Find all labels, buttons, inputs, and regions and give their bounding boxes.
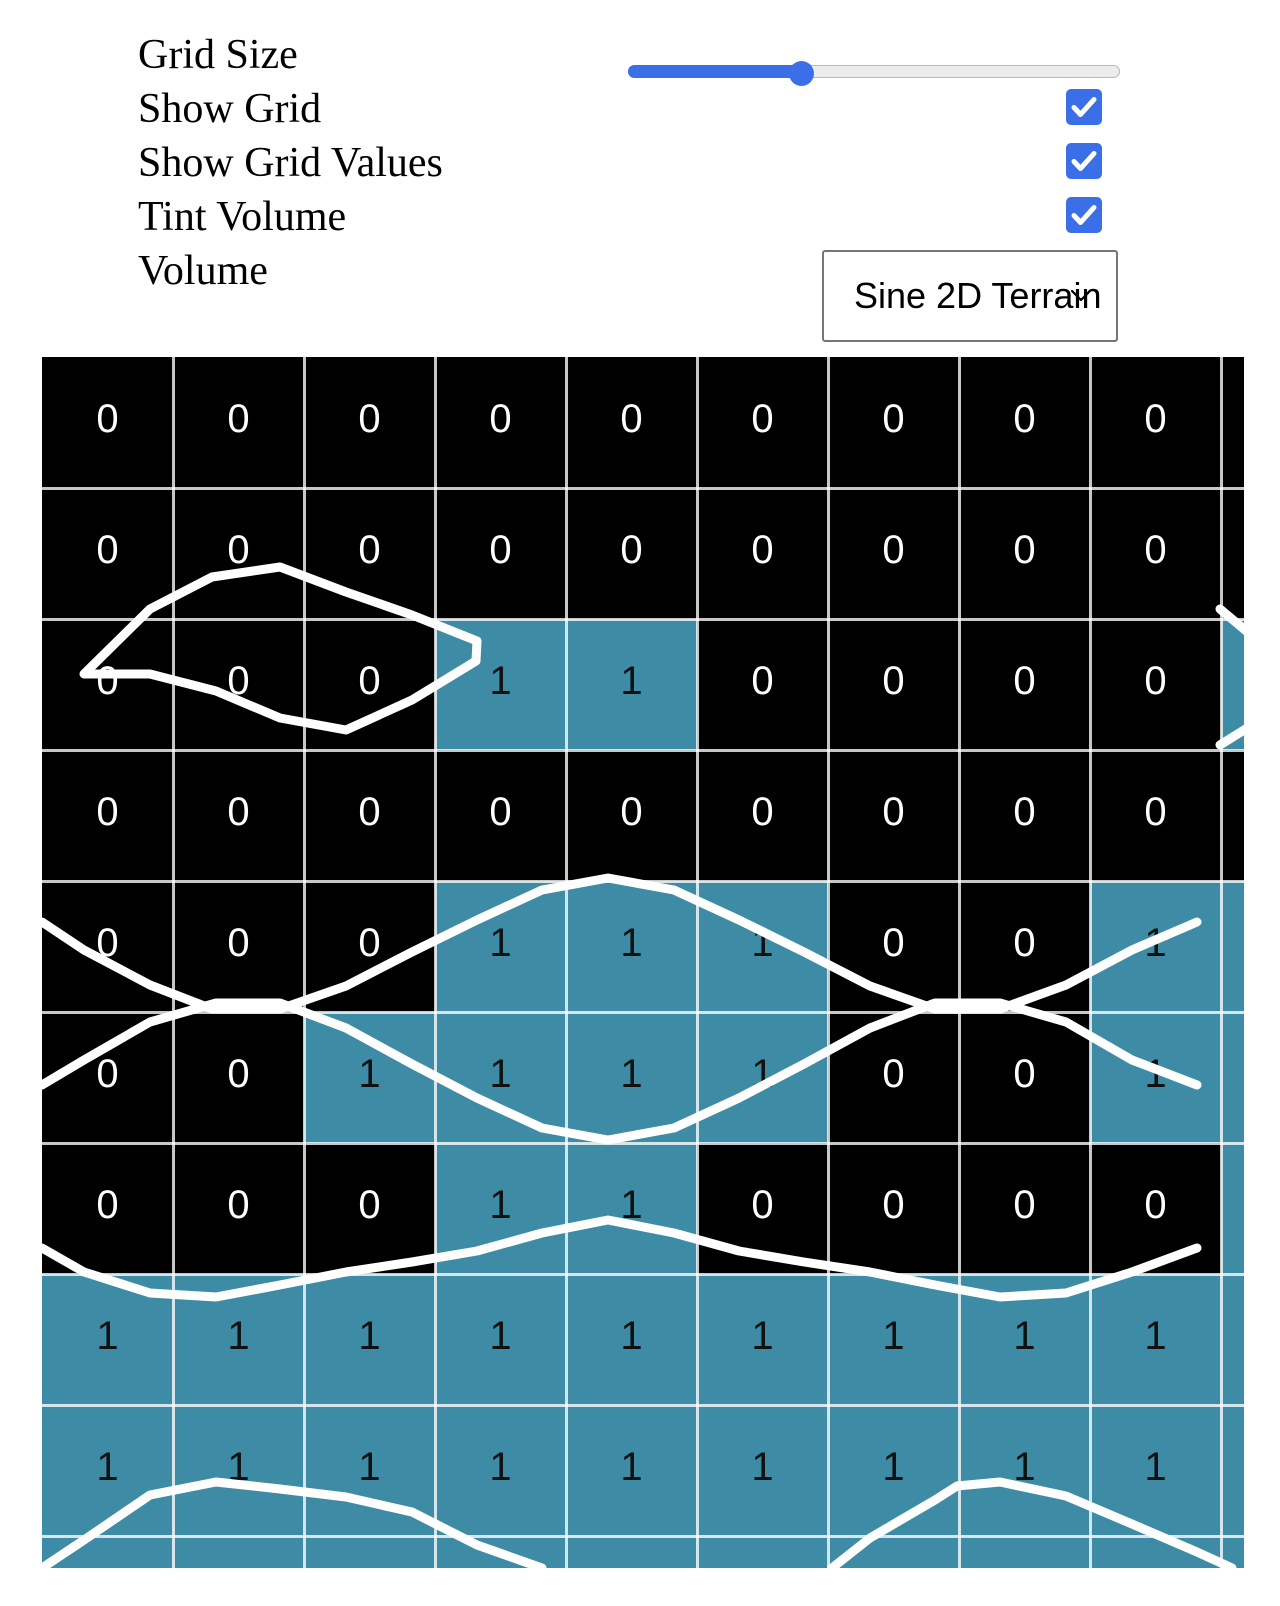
iso-contour-path: [79, 562, 482, 735]
volume-select[interactable]: Sine 2D Terrain: [822, 250, 1118, 342]
control-row-tint-volume: Tint Volume: [0, 190, 1280, 244]
iso-contour-svg: [42, 562, 1244, 1568]
volume-select-value: Sine 2D Terrain: [854, 275, 1102, 316]
check-icon: [1071, 205, 1097, 225]
check-icon: [1071, 97, 1097, 117]
slider-fill: [628, 65, 801, 78]
tint-volume-checkbox[interactable]: [1066, 197, 1102, 233]
grid-size-slider[interactable]: [628, 61, 1120, 86]
marching-squares-canvas[interactable]: 0000000000000000000000011000010000000000…: [42, 357, 1244, 1568]
iso-contour-layer: [42, 357, 1244, 1568]
tint-volume-label: Tint Volume: [138, 194, 347, 240]
iso-contour-path: [42, 998, 1202, 1145]
volume-label: Volume: [138, 248, 268, 294]
iso-contour-path: [42, 1477, 547, 1568]
iso-contour-path: [827, 1477, 1237, 1568]
control-row-show-grid: Show Grid: [0, 82, 1280, 136]
grid-size-label: Grid Size: [138, 32, 298, 78]
control-row-grid-size: Grid Size: [0, 28, 1280, 86]
iso-contour-path: [42, 1215, 1202, 1302]
show-grid-values-checkbox[interactable]: [1066, 143, 1102, 179]
iso-contour-path: [1215, 604, 1244, 750]
iso-contour-path: [42, 873, 1202, 1014]
show-grid-checkbox[interactable]: [1066, 89, 1102, 125]
check-icon: [1071, 151, 1097, 171]
chevron-down-icon: [1070, 289, 1092, 302]
controls-panel: Grid Size Show Grid Show Grid Values Tin…: [0, 0, 1280, 350]
control-row-show-grid-values: Show Grid Values: [0, 136, 1280, 190]
show-grid-values-label: Show Grid Values: [138, 140, 443, 186]
show-grid-label: Show Grid: [138, 86, 322, 132]
